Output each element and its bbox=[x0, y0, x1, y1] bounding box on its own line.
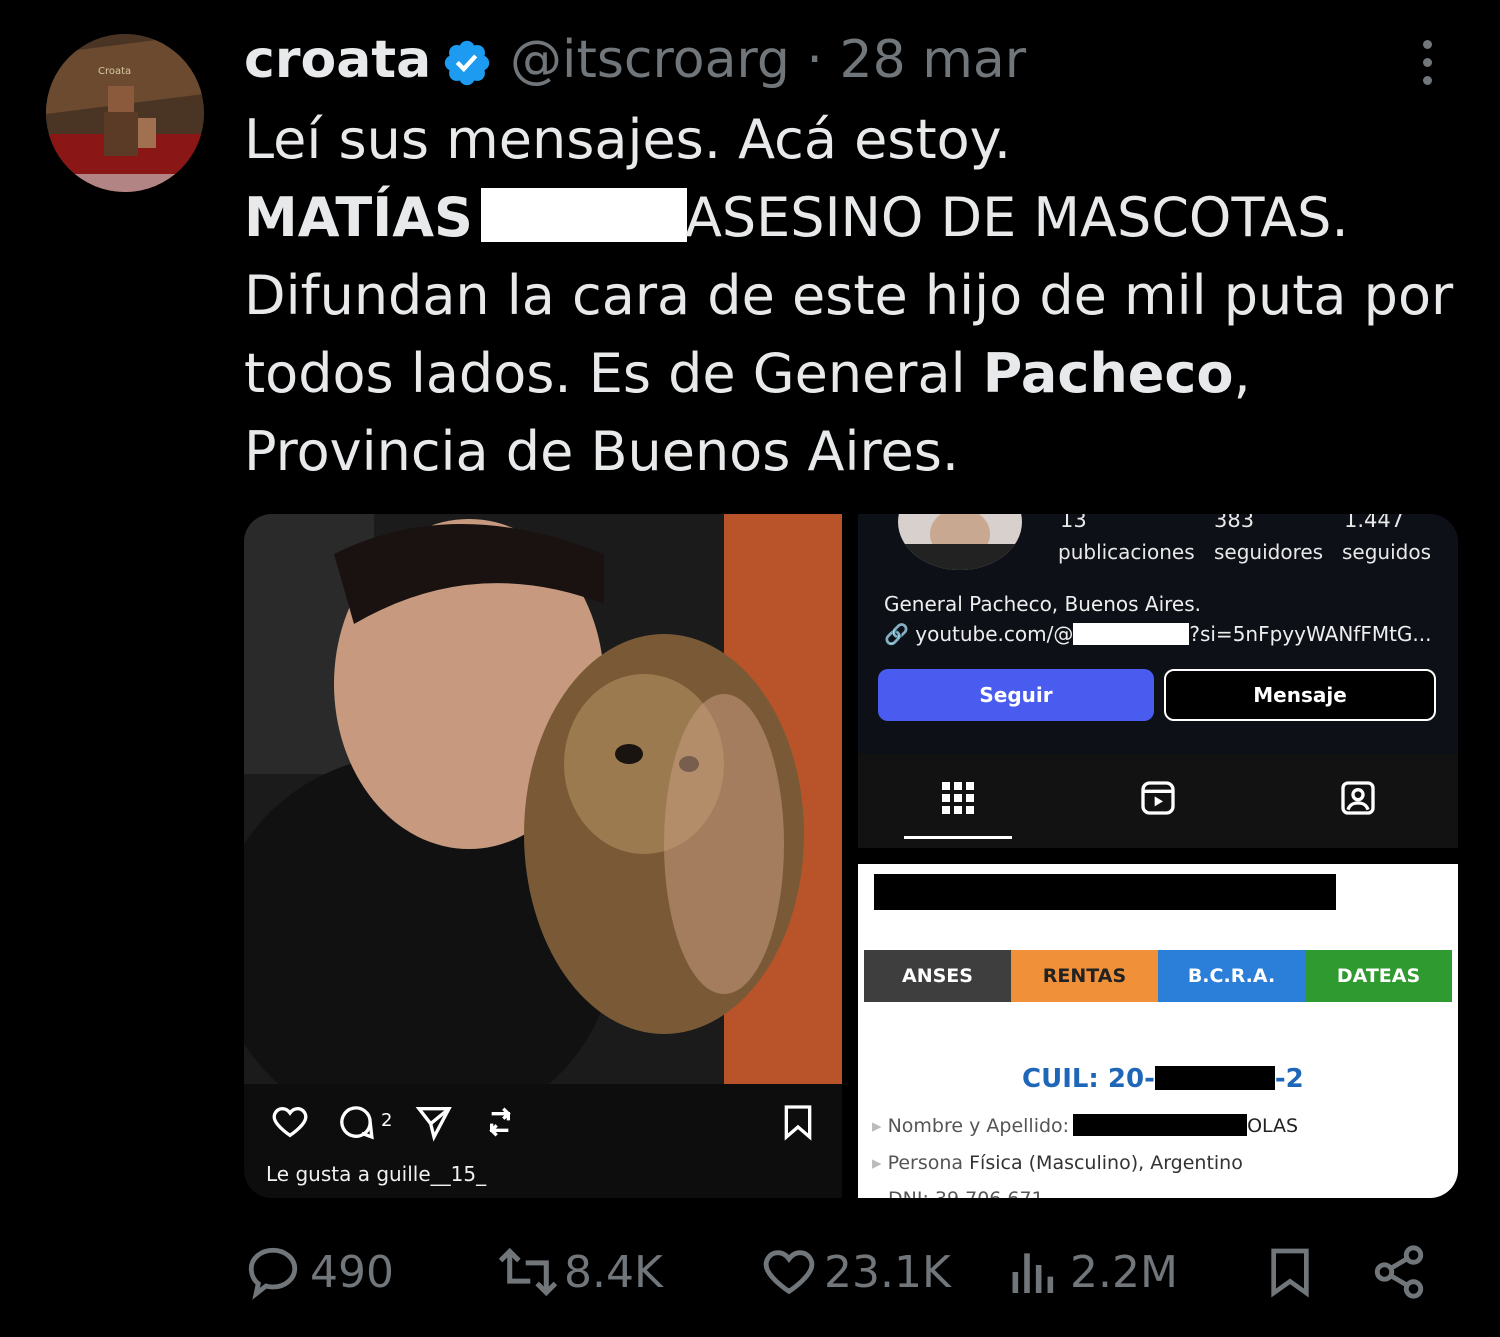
following-count: 1.447 bbox=[1344, 514, 1405, 532]
persona-label: Persona bbox=[887, 1152, 964, 1174]
cuil-suffix: -2 bbox=[1274, 1064, 1304, 1094]
message-button[interactable]: Mensaje bbox=[1164, 669, 1436, 721]
share-send-icon[interactable] bbox=[414, 1102, 454, 1142]
tweet-media-grid[interactable]: 2 Le gusta a guille__15_ 13 publicacione… bbox=[244, 514, 1458, 1198]
heart-icon[interactable] bbox=[270, 1102, 310, 1142]
tweet-text-segment: , bbox=[1233, 342, 1251, 405]
name-redaction bbox=[1073, 1114, 1248, 1136]
tweet-text-line-1: Leí sus mensajes. Acá estoy. bbox=[244, 108, 1012, 171]
tagged-icon[interactable] bbox=[1338, 778, 1378, 818]
cuil-redaction bbox=[1154, 1066, 1275, 1090]
tweet-accusation: ASESINO DE MASCOTAS. bbox=[684, 186, 1349, 249]
header-redaction-bar bbox=[874, 874, 1336, 910]
verified-badge-icon bbox=[441, 37, 493, 89]
author-name[interactable]: croata bbox=[244, 30, 431, 90]
tweet-text-line-5: Provincia de Buenos Aires. bbox=[244, 420, 959, 483]
reply-count: 490 bbox=[310, 1246, 394, 1298]
repost-action[interactable]: 8.4K bbox=[496, 1240, 663, 1304]
posts-count: 13 bbox=[1060, 514, 1087, 532]
tab-rentas[interactable]: RENTAS bbox=[1011, 950, 1158, 1002]
following-label[interactable]: seguidos bbox=[1342, 540, 1431, 564]
tab-bcra[interactable]: B.C.R.A. bbox=[1158, 950, 1305, 1002]
link-prefix: youtube.com/@ bbox=[915, 622, 1074, 646]
link-suffix: ?si=5nFpyyWANfFMtG... bbox=[1189, 622, 1432, 646]
tweet-text-line-3: Difundan la cara de este hijo de mil put… bbox=[244, 264, 1454, 327]
author-handle-and-date[interactable]: @itscroarg · 28 mar bbox=[510, 30, 1026, 90]
author-avatar[interactable]: Croata bbox=[46, 34, 204, 192]
repost-icon[interactable] bbox=[480, 1102, 520, 1142]
persona-value: Física (Masculino), Argentino bbox=[969, 1152, 1243, 1174]
share-icon[interactable] bbox=[1370, 1240, 1428, 1304]
cuil-prefix: CUIL: 20- bbox=[1022, 1064, 1155, 1094]
profile-link[interactable]: 🔗 youtube.com/@ ?si=5nFpyyWANfFMtG... bbox=[884, 622, 1432, 646]
grid-icon[interactable] bbox=[938, 778, 978, 818]
profile-location: General Pacheco, Buenos Aires. bbox=[884, 592, 1202, 616]
svg-text:Croata: Croata bbox=[98, 66, 131, 77]
dni-line-cutoff: DNI: 39.706.671 bbox=[888, 1188, 1044, 1198]
name-line: ▸ Nombre y Apellido: OLAS bbox=[872, 1114, 1299, 1137]
bookmark-icon[interactable] bbox=[1262, 1240, 1318, 1304]
data-lookup-screenshot[interactable]: ANSES RENTAS B.C.R.A. DATEAS CUIL: 20- -2… bbox=[858, 864, 1458, 1198]
persona-line: ▸ Persona Física (Masculino), Argentino bbox=[872, 1152, 1243, 1174]
tweet-text-line-2: MATÍAS ASESINO DE MASCOTAS. bbox=[244, 186, 1349, 249]
comment-count: 2 bbox=[381, 1110, 393, 1131]
save-bookmark-icon[interactable] bbox=[778, 1102, 818, 1142]
name-label: Nombre y Apellido: bbox=[887, 1115, 1070, 1137]
tweet-name-bold: MATÍAS bbox=[244, 186, 473, 249]
active-tab-indicator bbox=[904, 836, 1012, 839]
separator-dot: · bbox=[789, 30, 840, 90]
tweet-place-bold: Pacheco bbox=[982, 342, 1234, 405]
profile-avatar bbox=[898, 514, 1022, 570]
liked-by-text: Le gusta a guille__15_ bbox=[266, 1162, 487, 1186]
followers-label[interactable]: seguidores bbox=[1214, 540, 1323, 564]
reply-icon bbox=[244, 1243, 302, 1301]
reply-action[interactable]: 490 bbox=[244, 1240, 394, 1304]
posts-label: publicaciones bbox=[1058, 540, 1195, 564]
author-handle[interactable]: @itscroarg bbox=[510, 30, 790, 90]
repost-count: 8.4K bbox=[564, 1246, 663, 1298]
instagram-profile-screenshot[interactable]: 13 publicaciones 383 seguidores 1.447 se… bbox=[858, 514, 1458, 848]
link-icon: 🔗 bbox=[884, 622, 909, 646]
link-redaction bbox=[1073, 623, 1190, 645]
name-suffix: OLAS bbox=[1247, 1115, 1299, 1137]
tweet-text-line-4: todos lados. Es de General Pacheco, bbox=[244, 342, 1251, 405]
retweet-icon bbox=[496, 1243, 560, 1301]
follow-button[interactable]: Seguir bbox=[878, 669, 1154, 721]
photo-person-with-dog[interactable]: 2 Le gusta a guille__15_ bbox=[244, 514, 842, 1198]
views-count: 2.2M bbox=[1070, 1246, 1178, 1298]
followers-count: 383 bbox=[1214, 514, 1255, 532]
like-action[interactable]: 23.1K bbox=[760, 1240, 951, 1304]
tweet-text-segment: todos lados. Es de General bbox=[244, 342, 983, 405]
tweet-date[interactable]: 28 mar bbox=[840, 30, 1027, 90]
views-bar-chart-icon bbox=[1006, 1243, 1062, 1301]
tab-anses[interactable]: ANSES bbox=[864, 950, 1011, 1002]
profile-tabs bbox=[858, 754, 1458, 848]
tab-dateas[interactable]: DATEAS bbox=[1305, 950, 1452, 1002]
comment-bubble-icon[interactable] bbox=[336, 1102, 376, 1142]
reels-icon[interactable] bbox=[1138, 778, 1178, 818]
like-count: 23.1K bbox=[824, 1246, 951, 1298]
heart-icon bbox=[760, 1243, 818, 1301]
views-action[interactable]: 2.2M bbox=[1006, 1240, 1178, 1304]
redaction-bar bbox=[480, 188, 687, 242]
cuil-line: CUIL: 20- -2 bbox=[1022, 1064, 1304, 1094]
source-tabs: ANSES RENTAS B.C.R.A. DATEAS bbox=[864, 950, 1452, 1002]
more-options-icon[interactable] bbox=[1412, 40, 1442, 96]
